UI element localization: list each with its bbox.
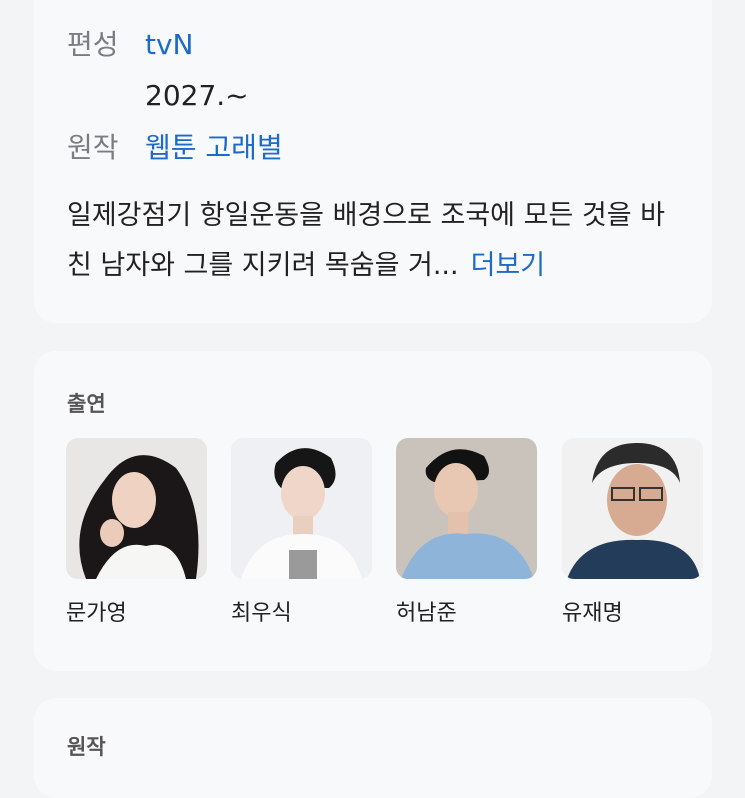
cast-card: 출연 문가영 최우식 허남준 유재명 — [34, 351, 712, 671]
broadcast-row: 편성 tvN — [67, 27, 194, 63]
broadcast-date: 2027.~ — [145, 79, 249, 112]
broadcast-date-row: 2027.~ — [67, 78, 249, 114]
original-row: 원작 웹툰 고래별 — [67, 130, 283, 166]
cast-list: 문가영 최우식 허남준 유재명 — [66, 438, 712, 638]
description-text: 일제강점기 항일운동을 배경으로 조국에 모든 것을 바친 남자와 그를 지키려… — [67, 200, 665, 281]
cast-photo[interactable] — [66, 438, 207, 579]
cast-photo[interactable] — [562, 438, 703, 579]
cast-photo[interactable] — [396, 438, 537, 579]
cast-member[interactable]: 유재명 — [562, 438, 703, 627]
cast-section-title: 출연 — [67, 392, 106, 416]
original-section-title: 원작 — [67, 735, 106, 759]
cast-name: 허남준 — [396, 601, 457, 626]
broadcast-label: 편성 — [67, 28, 119, 61]
cast-name: 유재명 — [562, 601, 623, 626]
original-card: 원작 — [34, 698, 712, 798]
original-work-link[interactable]: 웹툰 고래별 — [145, 131, 283, 164]
cast-photo[interactable] — [231, 438, 372, 579]
cast-member[interactable]: 문가영 — [66, 438, 207, 627]
cast-name: 최우식 — [231, 601, 292, 626]
cast-member[interactable]: 최우식 — [231, 438, 372, 627]
original-label: 원작 — [67, 131, 119, 164]
description: 일제강점기 항일운동을 배경으로 조국에 모든 것을 바친 남자와 그를 지키려… — [67, 191, 687, 291]
cast-member[interactable]: 허남준 — [396, 438, 537, 627]
broadcast-network-link[interactable]: tvN — [145, 28, 194, 61]
info-card: 편성 tvN 2027.~ 원작 웹툰 고래별 일제강점기 항일운동을 배경으로 조… — [34, 0, 712, 323]
cast-name: 문가영 — [66, 601, 127, 626]
more-button[interactable]: 더보기 — [471, 250, 546, 281]
